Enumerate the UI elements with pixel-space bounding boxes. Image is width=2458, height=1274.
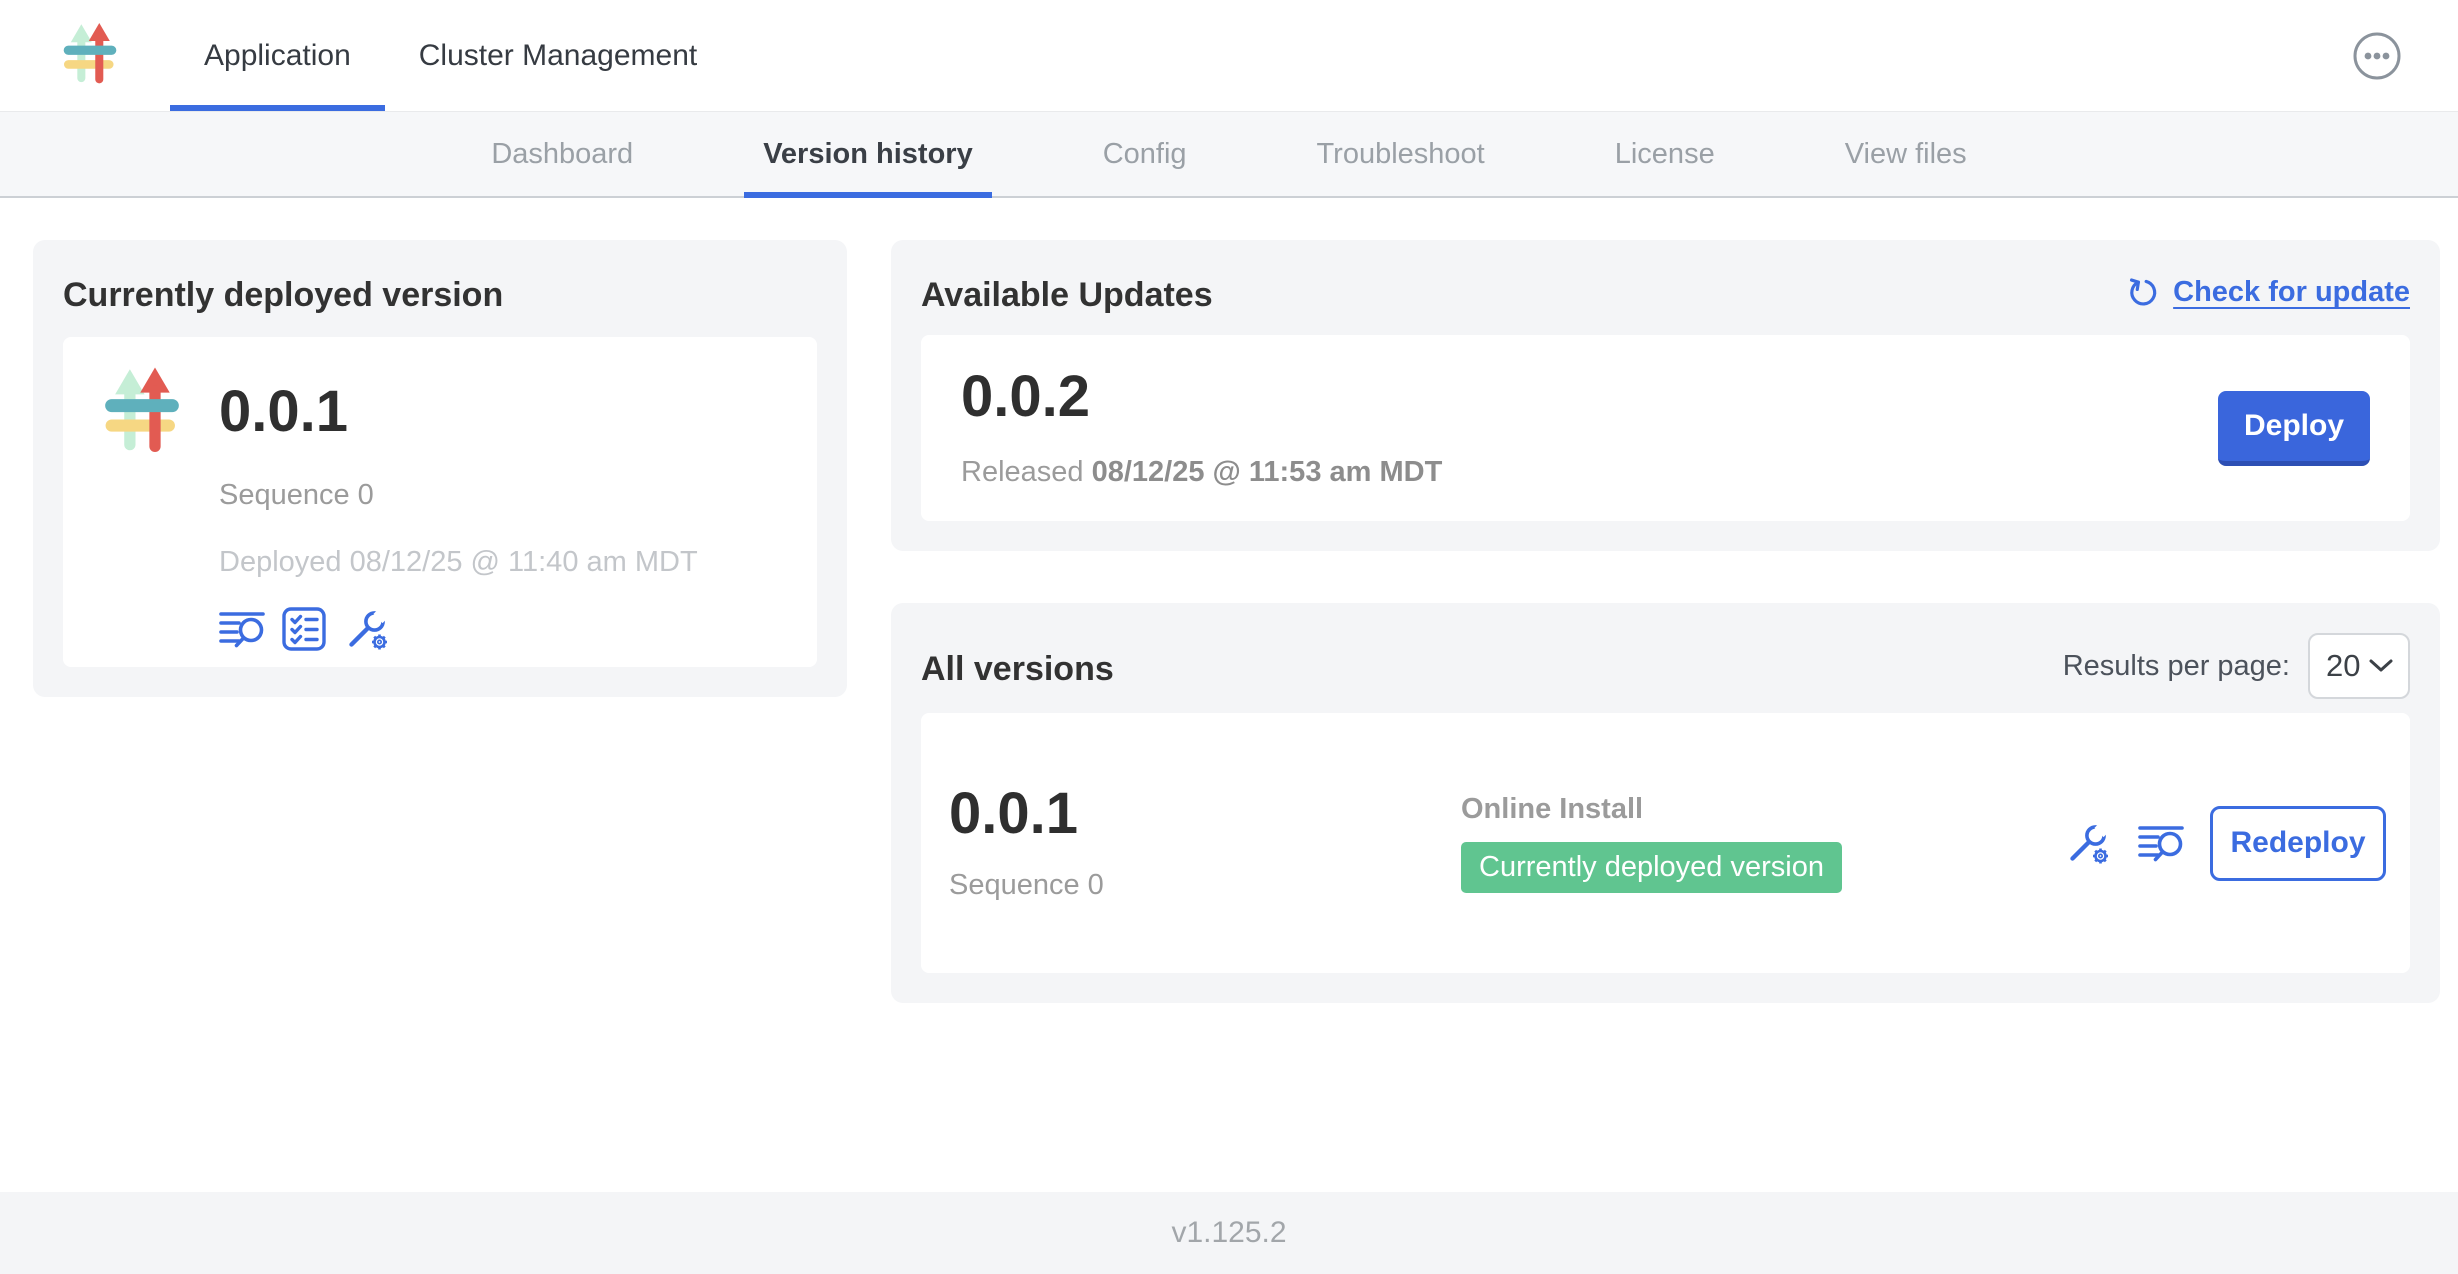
subnav-tab-label: View files — [1845, 138, 1967, 171]
chevron-down-icon — [2368, 658, 2394, 674]
update-info: 0.0.2 Released 08/12/25 @ 11:53 am MDT — [961, 368, 1442, 489]
update-released-line: Released 08/12/25 @ 11:53 am MDT — [961, 456, 1442, 489]
version-row-status: Online Install Currently deployed versio… — [1461, 793, 1842, 893]
subnav-tab-troubleshoot[interactable]: Troubleshoot — [1298, 112, 1504, 196]
status-badge: Currently deployed version — [1461, 842, 1842, 893]
deployed-timestamp: Deployed 08/12/25 @ 11:40 am MDT — [219, 546, 698, 579]
deployed-sequence: Sequence 0 — [219, 479, 698, 512]
row-version-number: 0.0.1 — [949, 785, 1461, 843]
deployed-version-card: 0.0.1 Sequence 0 Deployed 08/12/25 @ 11:… — [63, 337, 817, 667]
top-nav-tabs: Application Cluster Management — [170, 0, 731, 111]
subnav-tab-version-history[interactable]: Version history — [744, 112, 992, 196]
version-row-info: 0.0.1 Sequence 0 — [949, 785, 1461, 902]
top-navbar: Application Cluster Management — [0, 0, 2458, 112]
tab-cluster-management[interactable]: Cluster Management — [385, 0, 731, 111]
update-version-number: 0.0.2 — [961, 368, 1442, 426]
currently-deployed-title: Currently deployed version — [63, 276, 817, 315]
config-wrench-gear-icon[interactable] — [2064, 819, 2112, 867]
subnav-tab-label: License — [1615, 138, 1715, 171]
subnav-tab-dashboard[interactable]: Dashboard — [472, 112, 652, 196]
subnav-tab-view-files[interactable]: View files — [1826, 112, 1986, 196]
available-update-card: 0.0.2 Released 08/12/25 @ 11:53 am MDT D… — [921, 335, 2410, 521]
subnav-tab-config[interactable]: Config — [1084, 112, 1206, 196]
page-footer: v1.125.2 — [0, 1192, 2458, 1274]
tab-application-label: Application — [204, 39, 351, 73]
app-logo-icon — [103, 367, 181, 637]
all-versions-title: All versions — [921, 650, 1114, 689]
subnav-tab-label: Troubleshoot — [1317, 138, 1485, 171]
results-per-page-select[interactable]: 20 — [2308, 633, 2410, 699]
preflight-checklist-icon[interactable] — [281, 606, 327, 652]
row-sequence: Sequence 0 — [949, 869, 1461, 902]
check-for-update-label: Check for update — [2173, 276, 2410, 309]
subnav-tab-label: Dashboard — [491, 138, 633, 171]
subnav-tab-license[interactable]: License — [1596, 112, 1734, 196]
version-row-actions: Redeploy — [2064, 806, 2386, 881]
version-row: 0.0.1 Sequence 0 Online Install Currentl… — [921, 713, 2410, 973]
tab-application[interactable]: Application — [170, 0, 385, 111]
results-per-page-value: 20 — [2326, 648, 2360, 684]
install-type: Online Install — [1461, 793, 1842, 826]
check-for-update-link[interactable]: Check for update — [2128, 276, 2410, 309]
all-versions-panel: All versions Results per page: 20 — [891, 603, 2440, 1003]
currently-deployed-panel: Currently deployed version 0.0.1 Sequenc… — [33, 240, 847, 697]
deploy-button[interactable]: Deploy — [2218, 391, 2370, 466]
deployed-actions — [219, 605, 698, 653]
config-wrench-gear-icon[interactable] — [343, 605, 391, 653]
tab-cluster-management-label: Cluster Management — [419, 39, 697, 73]
subnav-tab-label: Version history — [763, 138, 973, 171]
right-column: Available Updates Check for update 0.0.2… — [891, 240, 2440, 1003]
app-subnav: Dashboard Version history Config Trouble… — [0, 112, 2458, 198]
logs-icon[interactable] — [2138, 823, 2184, 863]
console-version: v1.125.2 — [1171, 1216, 1286, 1250]
subnav-tab-label: Config — [1103, 138, 1187, 171]
results-per-page: Results per page: 20 — [2063, 633, 2410, 699]
main-content: Currently deployed version 0.0.1 Sequenc… — [0, 198, 2458, 1192]
deployed-version-info: 0.0.1 Sequence 0 Deployed 08/12/25 @ 11:… — [219, 367, 698, 637]
available-updates-panel: Available Updates Check for update 0.0.2… — [891, 240, 2440, 551]
logs-icon[interactable] — [219, 609, 265, 649]
available-updates-title: Available Updates — [921, 276, 1213, 315]
deployed-version-number: 0.0.1 — [219, 383, 698, 441]
refresh-icon — [2128, 276, 2161, 309]
results-per-page-label: Results per page: — [2063, 650, 2290, 683]
ellipsis-menu-icon[interactable] — [2352, 31, 2402, 81]
released-prefix: Released — [961, 456, 1084, 488]
redeploy-button[interactable]: Redeploy — [2210, 806, 2386, 881]
app-logo-icon — [62, 23, 118, 88]
released-date: 08/12/25 @ 11:53 am MDT — [1092, 456, 1443, 488]
